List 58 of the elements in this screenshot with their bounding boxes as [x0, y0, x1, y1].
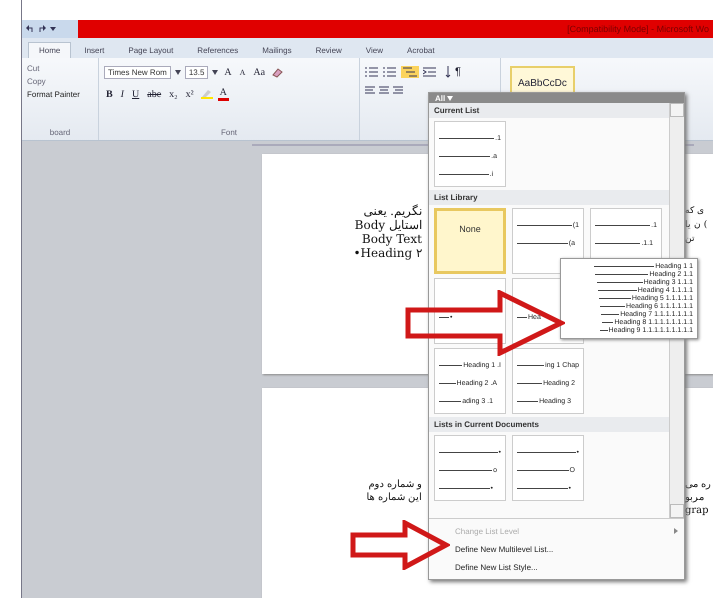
menu-command[interactable]: Define New List Style... — [429, 558, 684, 576]
align-icon[interactable] — [365, 86, 405, 96]
format-button[interactable]: I — [118, 88, 126, 100]
section-heading: Lists in Current Documents — [429, 417, 669, 432]
eraser-icon[interactable] — [271, 68, 284, 78]
ribbon-tab[interactable]: Review — [304, 42, 353, 58]
font-color-button[interactable]: A — [218, 87, 229, 101]
body-text-line: تن — [685, 233, 695, 246]
redo-icon[interactable] — [38, 25, 46, 33]
indent-icon[interactable] — [423, 67, 437, 77]
change-case-button[interactable]: Aa — [251, 67, 268, 78]
body-text-line: این شماره ها — [366, 491, 422, 504]
format-button[interactable]: abe — [145, 88, 164, 100]
numbering-icon[interactable] — [383, 67, 397, 77]
dropdown-caret-icon[interactable] — [174, 70, 181, 75]
none-label: None — [458, 224, 482, 234]
body-text-line: و شماره دوم — [368, 478, 422, 491]
section-heading: List Library — [429, 190, 669, 205]
body-text-line: نگریم. یعنی — [363, 204, 422, 218]
body-text-line: Body Text — [362, 232, 422, 246]
window-title: [Compatibility Mode] - Microsoft Wo — [567, 24, 709, 34]
ribbon-tab[interactable]: References — [186, 42, 250, 58]
format-button[interactable]: x² — [184, 88, 196, 100]
body-text-line: ره می — [685, 478, 712, 491]
section-heading: Current List — [429, 103, 669, 118]
body-text-line: ن یا ( — [685, 219, 708, 232]
dropdown-caret-icon[interactable] — [212, 70, 218, 75]
body-text-line: grap — [685, 504, 709, 517]
shrink-font-button[interactable]: A — [238, 68, 248, 77]
clipboard-command[interactable]: Format Painter — [27, 88, 93, 101]
grow-font-button[interactable]: A — [222, 67, 234, 78]
ribbon-tab[interactable]: View — [354, 42, 394, 58]
ribbon-tab[interactable]: Insert — [73, 42, 116, 58]
body-text-line: •Heading ۲ — [353, 246, 422, 260]
format-button[interactable]: B — [104, 88, 115, 100]
body-text-line: Body استایل — [354, 218, 422, 232]
font-size-field[interactable]: 13.5 — [184, 66, 208, 79]
group-label: board — [48, 128, 72, 139]
bullets-icon[interactable] — [365, 67, 379, 77]
ribbon-tab[interactable]: Mailings — [251, 42, 303, 58]
dropdown-caret-icon[interactable] — [50, 26, 56, 32]
clipboard-command[interactable]: Copy — [27, 75, 93, 88]
format-button[interactable]: x₂ — [167, 88, 180, 100]
show-formatting-button[interactable]: ¶ — [455, 66, 461, 78]
menu-command[interactable]: Define New Multilevel List... — [429, 540, 684, 558]
list-style-option[interactable]: None — [434, 208, 506, 274]
ribbon-tab[interactable]: Acrobat — [396, 42, 446, 58]
multilevel-list-icon[interactable] — [401, 66, 419, 78]
undo-icon[interactable] — [26, 25, 34, 33]
body-text-line: مربو — [685, 491, 704, 504]
ribbon-tab[interactable]: Page Layout — [117, 42, 184, 58]
ribbon-tab[interactable]: Home — [28, 42, 72, 58]
font-name-field[interactable]: Times New Rom — [104, 66, 171, 79]
format-button[interactable]: U — [130, 88, 142, 100]
body-text-line: ی که — [685, 205, 704, 218]
clipboard-command[interactable]: Cut — [27, 62, 93, 75]
dropdown-caret-icon — [447, 96, 454, 101]
group-label: Font — [220, 128, 238, 139]
